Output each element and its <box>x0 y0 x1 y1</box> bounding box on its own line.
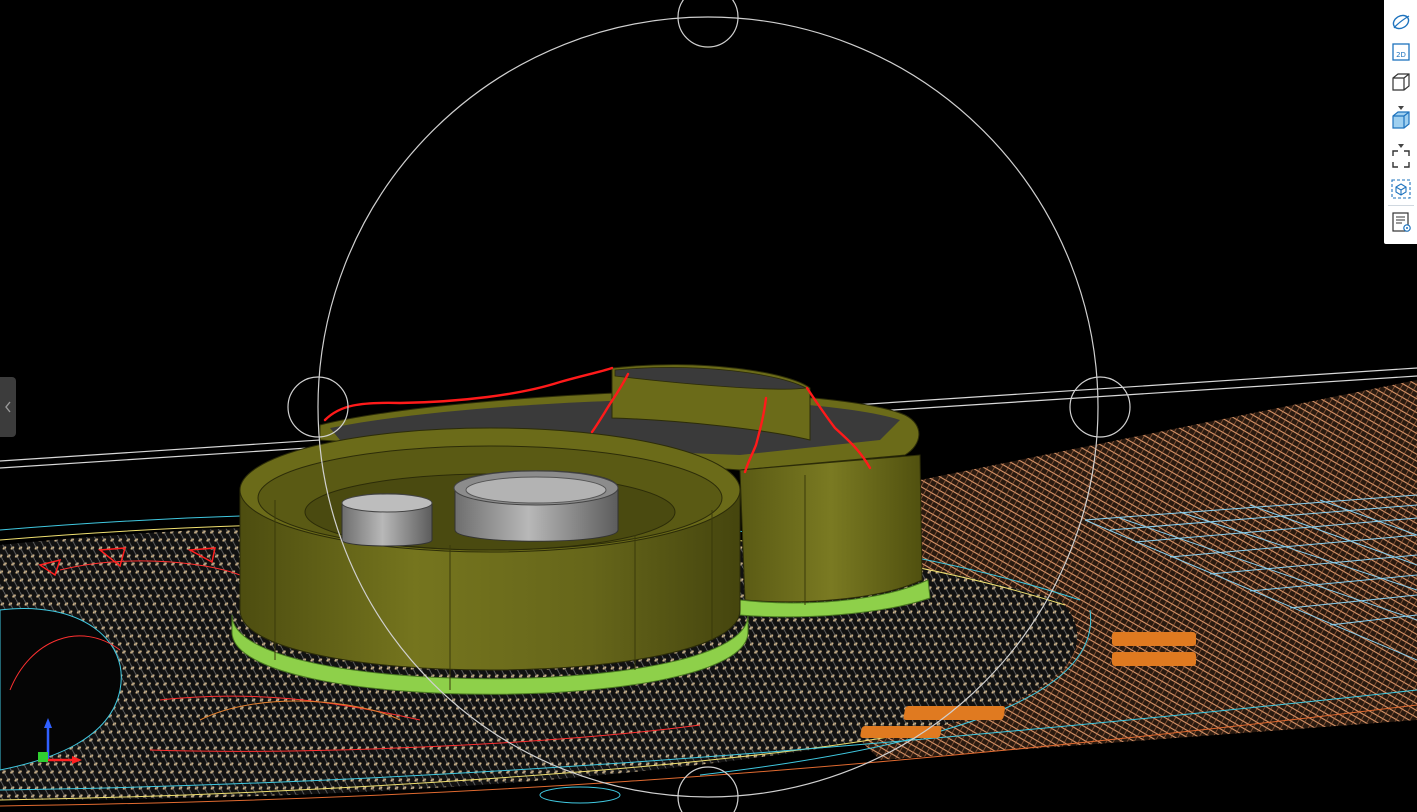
view-3d-dropdown[interactable] <box>1396 97 1406 110</box>
fullscreen-button[interactable] <box>1389 147 1413 171</box>
view-toolbar: 2D <box>1384 0 1417 244</box>
shaded-cube-icon <box>1392 111 1410 129</box>
section-box-icon <box>1391 179 1411 199</box>
svg-text:2D: 2D <box>1396 51 1406 59</box>
box-outline-icon <box>1392 73 1410 91</box>
model-small-grey-cylinder-top <box>341 493 433 513</box>
properties-button[interactable] <box>1389 210 1413 234</box>
shaded-view-button[interactable] <box>1389 108 1413 132</box>
chevron-left-icon <box>5 401 11 413</box>
view-2d-button[interactable]: 2D <box>1389 40 1413 64</box>
properties-icon <box>1392 212 1411 232</box>
orbit-button[interactable] <box>1389 10 1413 34</box>
view-2d-icon: 2D <box>1392 43 1410 61</box>
shading-dropdown[interactable] <box>1396 135 1406 148</box>
fullscreen-icon <box>1392 150 1410 168</box>
3d-viewport[interactable] <box>0 0 1417 812</box>
model-large-grey-cylinder-hole <box>465 476 607 504</box>
toolbar-divider <box>1388 205 1414 206</box>
section-box-button[interactable] <box>1389 177 1413 201</box>
model-right-wing <box>739 454 923 603</box>
view-3d-wireframe-button[interactable] <box>1389 70 1413 94</box>
side-panel-toggle[interactable] <box>0 377 16 437</box>
orbit-icon <box>1392 14 1410 30</box>
